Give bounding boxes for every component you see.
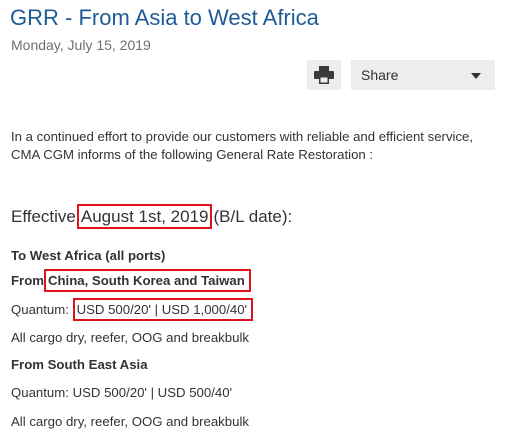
section1-from-line: From China, South Korea and Taiwan [11, 269, 251, 292]
quantum-value-highlight: USD 500/20' | USD 1,000/40' [72, 298, 254, 321]
section1-quantum-line: Quantum: USD 500/20' | USD 1,000/40' [11, 298, 254, 321]
effective-prefix: Effective [11, 207, 76, 226]
section1-heading: To West Africa (all ports) [11, 248, 166, 263]
section2-cargo: All cargo dry, reefer, OOG and breakbulk [11, 414, 249, 429]
section1-cargo: All cargo dry, reefer, OOG and breakbulk [11, 330, 249, 345]
chevron-down-icon [471, 73, 481, 79]
share-label: Share [361, 67, 399, 83]
from-prefix: From [11, 273, 44, 288]
effective-date-highlight: August 1st, 2019 [76, 204, 213, 229]
section2-quantum: Quantum: USD 500/20' | USD 500/40' [11, 385, 233, 400]
quantum-label: Quantum: [11, 302, 69, 317]
page-title: GRR - From Asia to West Africa [10, 5, 319, 30]
printer-icon [314, 66, 334, 84]
publish-date: Monday, July 15, 2019 [11, 37, 151, 53]
effective-line: Effective August 1st, 2019 (B/L date): [11, 204, 293, 229]
effective-suffix: (B/L date): [213, 207, 293, 226]
share-dropdown[interactable]: Share [351, 60, 495, 90]
section2-heading: From South East Asia [11, 357, 148, 372]
print-button[interactable] [307, 60, 341, 90]
intro-paragraph: In a continued effort to provide our cus… [11, 129, 474, 162]
from-countries-highlight: China, South Korea and Taiwan [43, 269, 251, 292]
